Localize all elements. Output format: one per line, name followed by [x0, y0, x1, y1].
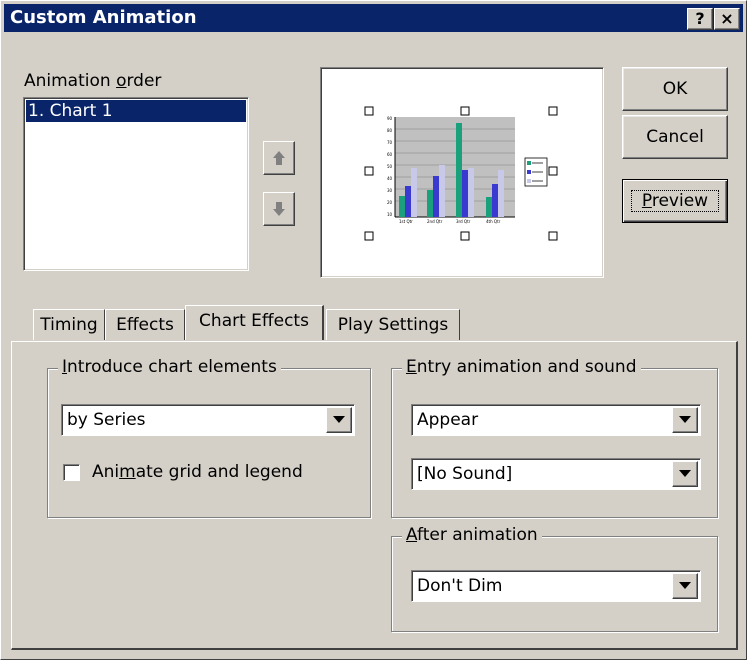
svg-text:1st Qtr: 1st Qtr: [399, 219, 413, 224]
help-icon: ?: [695, 9, 705, 28]
after-animation-value: Don't Dim: [417, 576, 503, 596]
svg-text:20: 20: [387, 200, 393, 205]
sound-value: [No Sound]: [417, 464, 513, 484]
svg-text:90: 90: [387, 116, 393, 121]
chart-thumbnail: 90 80 70 60 50 40 30 20 10 1st Qtr 2nd Qtr 3rd …: [364, 106, 558, 241]
tab-timing[interactable]: Timing: [33, 309, 105, 340]
svg-text:30: 30: [387, 188, 393, 193]
dropdown-button[interactable]: [326, 407, 352, 433]
dropdown-button[interactable]: [672, 461, 698, 487]
custom-animation-dialog: Custom Animation ? × Animation order 1. …: [0, 0, 747, 660]
chart-effects-panel: Introduce chart elements by Series Anima…: [11, 341, 738, 650]
animation-order-label: Animation order: [24, 71, 162, 91]
entry-animation-sound-group: Entry animation and sound Appear [No Sou…: [391, 357, 718, 518]
svg-text:2nd Qtr: 2nd Qtr: [427, 219, 443, 224]
svg-text:70: 70: [387, 140, 393, 145]
svg-text:10: 10: [387, 212, 393, 217]
window-title: Custom Animation: [10, 7, 197, 28]
cancel-button[interactable]: Cancel: [622, 115, 728, 159]
after-animation-group: After animation Don't Dim: [391, 525, 718, 632]
dropdown-button[interactable]: [672, 573, 698, 599]
chevron-down-icon: [679, 416, 691, 423]
move-down-button[interactable]: [263, 192, 295, 226]
svg-text:4th Qtr: 4th Qtr: [486, 219, 501, 224]
svg-text:80: 80: [387, 128, 393, 133]
animate-grid-legend-label[interactable]: Animate grid and legend: [92, 462, 303, 482]
chevron-down-icon: [679, 582, 691, 589]
after-animation-dropdown[interactable]: Don't Dim: [411, 570, 701, 602]
chevron-down-icon: [333, 416, 345, 423]
arrow-up-icon: [273, 151, 285, 165]
animation-order-list[interactable]: 1. Chart 1: [23, 97, 249, 271]
ok-button[interactable]: OK: [622, 67, 728, 111]
close-button[interactable]: ×: [714, 8, 740, 30]
svg-text:40: 40: [387, 176, 393, 181]
introduce-elements-value: by Series: [67, 410, 146, 430]
help-button[interactable]: ?: [687, 8, 713, 30]
list-item[interactable]: 1. Chart 1: [26, 100, 246, 122]
preview-button-label: Preview: [630, 190, 720, 212]
introduce-elements-dropdown[interactable]: by Series: [61, 404, 355, 436]
arrow-down-icon: [273, 202, 285, 216]
dropdown-button[interactable]: [672, 407, 698, 433]
move-up-button[interactable]: [263, 141, 295, 175]
after-animation-label: After animation: [402, 525, 542, 545]
svg-text:60: 60: [387, 152, 393, 157]
close-icon: ×: [720, 9, 734, 28]
sound-dropdown[interactable]: [No Sound]: [411, 458, 701, 490]
chevron-down-icon: [679, 470, 691, 477]
entry-animation-sound-label: Entry animation and sound: [402, 357, 641, 377]
tab-play-settings[interactable]: Play Settings: [326, 309, 460, 340]
animation-preview-pane: 90 80 70 60 50 40 30 20 10 1st Qtr 2nd Qtr 3rd …: [320, 67, 604, 278]
title-bar[interactable]: Custom Animation ? ×: [4, 4, 743, 32]
introduce-chart-elements-group: Introduce chart elements by Series Anima…: [47, 357, 371, 518]
svg-text:50: 50: [387, 164, 393, 169]
svg-text:3rd Qtr: 3rd Qtr: [456, 219, 471, 224]
introduce-chart-elements-label: Introduce chart elements: [58, 357, 281, 377]
preview-button[interactable]: Preview: [622, 179, 728, 223]
entry-effect-dropdown[interactable]: Appear: [411, 404, 701, 436]
tab-chart-effects[interactable]: Chart Effects: [185, 305, 324, 340]
tab-effects[interactable]: Effects: [105, 309, 185, 340]
entry-effect-value: Appear: [417, 410, 479, 430]
animate-grid-legend-checkbox[interactable]: [63, 464, 80, 481]
